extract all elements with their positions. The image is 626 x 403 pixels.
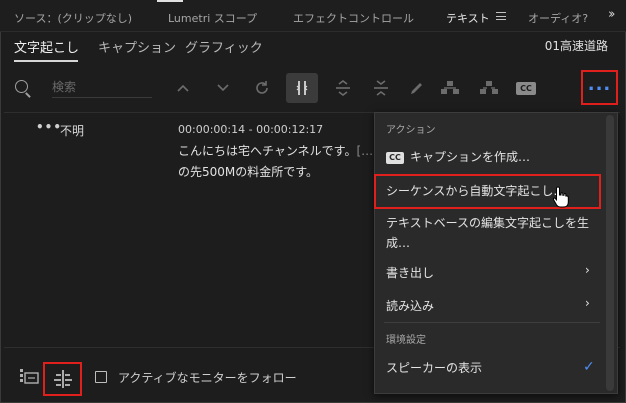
chevron-down-icon[interactable] [214, 73, 232, 103]
cc-icon: CC [386, 152, 404, 164]
hand-cursor-icon [552, 186, 569, 208]
menu-item-import[interactable]: 読み込み [386, 297, 434, 314]
merge-down-icon[interactable] [370, 73, 392, 103]
menu-divider [384, 322, 600, 323]
tab-transcript[interactable]: 文字起こし [14, 37, 79, 56]
more-icon: ... [587, 73, 612, 95]
speaker-name[interactable]: 不明 [60, 122, 84, 139]
tab-captions[interactable]: キャプション [98, 37, 176, 56]
caption-track-icon[interactable] [19, 366, 39, 386]
panel-tab-lumetri-scopes[interactable]: Lumetri スコープ [168, 10, 257, 26]
menu-item-show-speakers[interactable]: スピーカーの表示 [386, 359, 482, 376]
segment-timecode: 00:00:00:14 - 00:00:12:17 [178, 123, 324, 136]
sub-tab-bar: 文字起こし キャプション グラフィック [0, 33, 626, 63]
pencil-icon[interactable] [406, 73, 426, 103]
search-icon[interactable] [15, 80, 28, 93]
refresh-icon[interactable] [252, 73, 272, 103]
active-tab-underline [14, 60, 78, 62]
menu-item-label-line2: 成… [386, 236, 411, 250]
menu-item-text-based-edit[interactable]: テキストベースの編集文字起こしを生 成… [386, 214, 589, 251]
split-segment-icon[interactable] [286, 73, 318, 103]
cc-label: CC [516, 81, 536, 95]
panel-tab-audio[interactable]: オーディオ? [528, 10, 588, 26]
sequence-name: 01高速道路 [544, 39, 608, 53]
panel-tab-source[interactable]: ソース：(クリップなし) [14, 10, 132, 26]
panel-tab-strip: ソース：(クリップなし) Lumetri スコープ エフェクトコントロール テキ… [0, 0, 626, 32]
more-options-button[interactable]: ... [581, 70, 618, 105]
merge-up-icon[interactable] [332, 73, 354, 103]
split-icon [53, 370, 72, 388]
menu-item-label: キャプションを作成… [410, 150, 531, 164]
panel-tab-effect-controls[interactable]: エフェクトコントロール [293, 10, 414, 26]
active-panel-indicator [157, 0, 183, 2]
transcript-text: こんにちは宅へチャンネルです。 [178, 144, 357, 158]
chevron-right-icon: › [585, 263, 590, 277]
chevron-right-icon: › [585, 296, 590, 310]
speaker-ungroup-icon[interactable] [477, 73, 501, 103]
search-input[interactable] [52, 76, 152, 98]
chevron-up-icon[interactable] [174, 73, 192, 103]
transcript-line-2[interactable]: の先500Mの料金所です。 [178, 163, 318, 180]
menu-scrollbar[interactable] [606, 115, 614, 391]
split-caption-button[interactable] [43, 362, 82, 396]
transcript-line-1[interactable]: こんにちは宅へチャンネルです。[…]左 [178, 142, 390, 159]
speaker-options-icon[interactable]: ••• [36, 120, 62, 134]
menu-section-actions: アクション [386, 125, 436, 136]
check-icon: ✓ [583, 359, 595, 375]
speaker-group-icon[interactable] [438, 73, 462, 103]
panel-tab-text[interactable]: テキスト [446, 10, 490, 26]
follow-monitor-label[interactable]: アクティブなモニターをフォロー [118, 369, 297, 386]
menu-section-preferences: 環境設定 [386, 335, 426, 346]
cc-icon[interactable]: CC [514, 73, 538, 103]
menu-item-create-captions[interactable]: CC キャプションを作成… [386, 148, 530, 165]
menu-icon[interactable] [496, 12, 506, 20]
overflow-chevron-icon[interactable]: ›› [608, 7, 616, 22]
tab-graphics[interactable]: グラフィック [185, 37, 263, 56]
follow-monitor-checkbox[interactable] [95, 371, 107, 383]
menu-item-label-line1: テキストベースの編集文字起こしを生 [386, 216, 590, 230]
menu-item-export[interactable]: 書き出し [386, 264, 434, 281]
